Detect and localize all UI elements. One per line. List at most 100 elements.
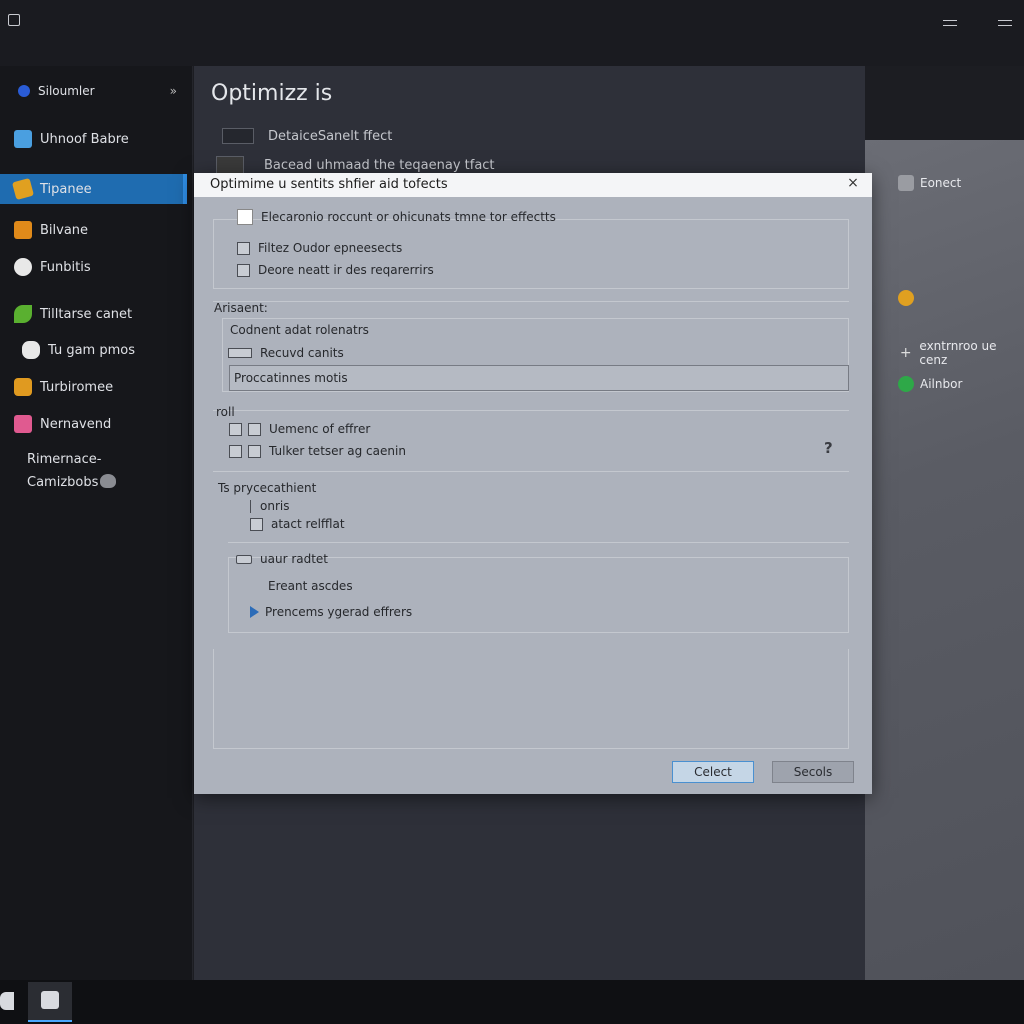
sidebar-header[interactable]: Siloumler » xyxy=(0,76,187,106)
divider xyxy=(228,542,849,543)
chevron-icon[interactable]: » xyxy=(170,84,177,98)
divider xyxy=(213,410,849,411)
toll-item-2[interactable]: Tulker tetser ag caenin xyxy=(229,444,406,458)
checkbox-row-3[interactable]: Deore neatt ir des reqarerrirs xyxy=(237,263,434,277)
divider xyxy=(213,301,849,302)
sidebar-item-uhnoof[interactable]: Uhnoof Babre xyxy=(0,124,187,154)
hand-icon xyxy=(14,258,32,276)
sidebar-item-label: Funbitis xyxy=(40,259,91,275)
app-icon xyxy=(41,991,59,1009)
checkbox-label: Deore neatt ir des reqarerrirs xyxy=(258,263,434,277)
dialog-title-bar: Optimime u sentits shfier aid tofects × xyxy=(194,173,872,197)
checkbox[interactable] xyxy=(237,209,253,225)
rp-item-ext[interactable]: + exntrnroo ue cenz xyxy=(898,339,1024,367)
globe-icon xyxy=(18,85,30,97)
sidebar: Siloumler » Uhnoof Babre Tipanee Bilvane… xyxy=(0,66,193,980)
checkbox[interactable] xyxy=(237,263,250,277)
gold-cube-icon xyxy=(11,177,35,201)
bottom-frame xyxy=(213,649,849,749)
rp-item-label: Ailnbor xyxy=(920,377,963,391)
sidebar-item-bilvane[interactable]: Bilvane xyxy=(0,215,187,245)
adjust-line-1: Codnent adat rolenatrs xyxy=(230,323,369,337)
sub-line-2[interactable]: Prencems ygerad effrers xyxy=(250,605,412,619)
green-leaf-icon xyxy=(14,305,32,323)
minimize-icon[interactable] xyxy=(943,20,957,26)
taskbar-app[interactable] xyxy=(28,982,72,1022)
perf-item-2[interactable]: atact relfflat xyxy=(250,517,345,531)
sidebar-item-tugam[interactable]: Tu gam pmos xyxy=(0,335,187,365)
green-circle-icon xyxy=(898,376,914,392)
checkbox[interactable] xyxy=(250,517,263,531)
section-toll-label: roll xyxy=(216,405,235,419)
adjust-field[interactable]: Proccatinnes motis xyxy=(229,365,849,391)
rp-item-gem[interactable] xyxy=(898,290,920,306)
pointer-icon xyxy=(22,341,40,359)
adjust-line-2[interactable]: Recuvd canits xyxy=(228,346,344,360)
toggle-icon[interactable] xyxy=(228,348,252,358)
cancel-button[interactable]: Secols xyxy=(772,761,854,783)
select-button[interactable]: Celect xyxy=(672,761,754,783)
rp-item-ailnbor[interactable]: Ailnbor xyxy=(898,376,962,392)
optimize-dialog: Optimime u sentits shfier aid tofects × … xyxy=(194,173,872,794)
checkbox[interactable] xyxy=(248,422,261,436)
sidebar-item-label: Bilvane xyxy=(40,222,89,238)
section-adjust-label: Arisaent: xyxy=(214,301,268,315)
checkbox[interactable] xyxy=(229,444,242,458)
checkbox[interactable] xyxy=(237,241,250,255)
page-title: Optimizz is xyxy=(211,81,333,106)
main-row-label: Bacead uhmaad the teqaenay tfact xyxy=(264,157,495,173)
sidebar-item-label: Nernavend xyxy=(40,416,112,432)
sidebar-item-funbitis[interactable]: Funbitis xyxy=(0,252,187,282)
cloud-icon xyxy=(100,474,116,488)
main-row-label: DetaiceSanelt ffect xyxy=(268,128,393,144)
start-icon[interactable] xyxy=(0,992,14,1010)
folder-icon xyxy=(14,130,32,148)
amber-gem-icon xyxy=(14,378,32,396)
title-bar xyxy=(0,0,1024,66)
plus-icon: + xyxy=(899,345,912,361)
sub-title[interactable]: uaur radtet xyxy=(236,552,328,566)
checkbox-row-1[interactable]: Elecaronio roccunt or ohicunats tmne tor… xyxy=(237,209,556,225)
checkbox[interactable] xyxy=(248,444,261,458)
sidebar-item-tipanee[interactable]: Tipanee xyxy=(0,174,187,204)
sidebar-item-turbiromee[interactable]: Turbiromee xyxy=(0,372,187,402)
sidebar-item-label: Turbiromee xyxy=(40,379,114,395)
help-icon[interactable]: ? xyxy=(824,439,833,457)
sub-group xyxy=(228,557,849,633)
sidebar-footer-line2[interactable]: Camizbobs xyxy=(27,475,98,490)
sidebar-item-label: Tilltarse canet xyxy=(40,306,133,322)
close-icon[interactable]: × xyxy=(846,176,860,190)
preview-icon xyxy=(222,128,254,144)
main-row-1[interactable]: DetaiceSanelt ffect xyxy=(222,128,392,144)
sidebar-item-label: Uhnoof Babre xyxy=(40,131,129,147)
taskbar xyxy=(0,980,1024,1024)
sidebar-footer-line1: Rimernace- xyxy=(27,452,102,467)
pink-puzzle-icon xyxy=(14,415,32,433)
sidebar-item-label: Tipanee xyxy=(40,181,92,197)
rp-item-label: Eonect xyxy=(920,176,962,190)
link-icon xyxy=(236,554,252,564)
checkbox-label: Elecaronio roccunt or ohicunats tmne tor… xyxy=(261,210,556,224)
rp-item-eonect[interactable]: Eonect xyxy=(898,175,961,191)
sidebar-item-tilltarse[interactable]: Tilltarse canet xyxy=(0,299,187,329)
perf-item-1[interactable]: onris xyxy=(250,499,289,513)
amber-gem-icon xyxy=(898,290,914,306)
sidebar-header-label: Siloumler xyxy=(38,84,95,98)
orange-box-icon xyxy=(14,221,32,239)
toll-item-1[interactable]: Uemenc of effrer xyxy=(229,422,370,436)
main-row-2[interactable]: Bacead uhmaad the teqaenay tfact xyxy=(216,156,495,174)
section-perf-label: Ts prycecathient xyxy=(218,481,317,495)
sidebar-item-nernavend[interactable]: Nernavend xyxy=(0,409,187,439)
thumbnail-icon xyxy=(216,156,244,174)
rp-item-label: exntrnroo ue cenz xyxy=(919,339,997,367)
checkbox[interactable] xyxy=(229,422,242,436)
share-icon xyxy=(898,175,914,191)
menu-icon[interactable] xyxy=(998,20,1012,26)
play-icon xyxy=(250,606,259,618)
app-icon[interactable] xyxy=(8,14,20,26)
sub-line-1: Ereant ascdes xyxy=(268,579,353,593)
dialog-title: Optimime u sentits shfier aid tofects xyxy=(210,177,448,192)
tree-line-icon xyxy=(250,499,252,513)
checkbox-row-2[interactable]: Filtez Oudor epneesects xyxy=(237,241,402,255)
checkbox-label: Filtez Oudor epneesects xyxy=(258,241,403,255)
